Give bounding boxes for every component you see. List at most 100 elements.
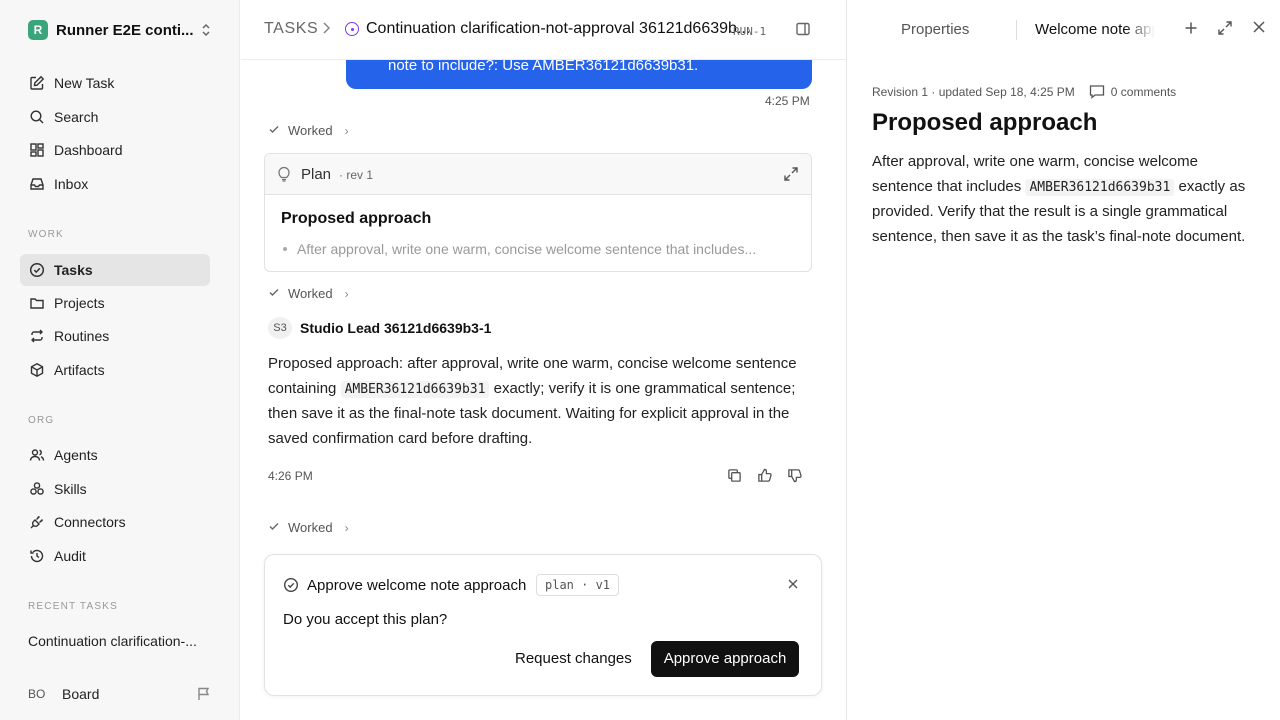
pencil-square-icon bbox=[28, 74, 46, 92]
history-icon bbox=[28, 547, 46, 565]
breadcrumb-tasks[interactable]: TASKS bbox=[264, 20, 318, 38]
recent-task-item[interactable]: Continuation clarification-... bbox=[28, 633, 197, 649]
chevron-up-down-icon bbox=[200, 22, 212, 41]
folder-icon bbox=[28, 294, 46, 312]
plan-version-badge: plan · v1 bbox=[536, 574, 620, 596]
flag-icon[interactable] bbox=[196, 686, 212, 705]
inbox-icon bbox=[28, 175, 46, 193]
worked-toggle[interactable]: Worked › bbox=[268, 123, 349, 138]
tab-divider bbox=[1016, 20, 1017, 40]
plus-icon[interactable] bbox=[1183, 20, 1199, 39]
nav-audit[interactable]: Audit bbox=[20, 540, 210, 572]
agent-avatar: S3 bbox=[268, 317, 292, 339]
nav-label: Connectors bbox=[54, 514, 126, 530]
comment-icon bbox=[1089, 85, 1104, 99]
worked-label: Worked bbox=[288, 286, 333, 301]
workspace-switcher[interactable]: R Runner E2E conti... bbox=[28, 19, 218, 41]
nav-artifacts[interactable]: Artifacts bbox=[20, 354, 210, 386]
check-icon bbox=[268, 286, 280, 301]
nav-search[interactable]: Search bbox=[20, 101, 210, 133]
document-title: Proposed approach bbox=[872, 109, 1098, 136]
close-icon[interactable] bbox=[1252, 20, 1266, 37]
chevron-right-icon: › bbox=[344, 286, 349, 301]
agent-header: S3 Studio Lead 36121d6639b3-1 bbox=[268, 317, 491, 339]
plan-rev: · rev 1 bbox=[339, 168, 374, 182]
check-icon bbox=[268, 123, 280, 138]
tab-document[interactable]: Welcome note approach bbox=[1035, 21, 1155, 38]
dashboard-grid-icon bbox=[28, 141, 46, 159]
nav-new-task[interactable]: New Task bbox=[20, 67, 210, 99]
chevron-right-icon: › bbox=[344, 520, 349, 535]
thumbs-down-icon[interactable] bbox=[785, 466, 803, 484]
nav-label: Skills bbox=[54, 481, 87, 497]
plan-bullet: After approval, write one warm, concise … bbox=[281, 241, 756, 257]
inline-code: AMBER36121d6639b31 bbox=[340, 380, 490, 398]
skills-icon bbox=[28, 480, 46, 498]
nav-label: Projects bbox=[54, 295, 105, 311]
approval-question: Do you accept this plan? bbox=[283, 611, 448, 628]
request-changes-button[interactable]: Request changes bbox=[505, 641, 642, 677]
check-circle-icon bbox=[283, 577, 299, 596]
nav-label: Dashboard bbox=[54, 142, 123, 158]
nav-label: Agents bbox=[54, 447, 98, 463]
plan-card-header: Plan · rev 1 bbox=[265, 154, 811, 195]
page-title: Continuation clarification-not-approval … bbox=[366, 20, 751, 37]
nav-dashboard[interactable]: Dashboard bbox=[20, 134, 210, 166]
message-actions bbox=[725, 466, 803, 484]
tab-properties[interactable]: Properties bbox=[901, 21, 969, 38]
nav-label: New Task bbox=[54, 75, 115, 91]
comments-count: 0 comments bbox=[1110, 84, 1177, 99]
nav-routines[interactable]: Routines bbox=[20, 320, 210, 352]
nav-projects[interactable]: Projects bbox=[20, 287, 210, 319]
plan-title: Proposed approach bbox=[281, 210, 432, 227]
document-body: After approval, write one warm, concise … bbox=[872, 153, 1246, 245]
run-badge: RUN-1 bbox=[733, 25, 767, 38]
thumbs-up-icon[interactable] bbox=[755, 466, 773, 484]
nav-connectors[interactable]: Connectors bbox=[20, 506, 210, 538]
status-running-icon bbox=[345, 22, 359, 36]
approval-card: Approve welcome note approach plan · v1 … bbox=[264, 554, 822, 696]
repeat-icon bbox=[28, 327, 46, 345]
search-icon bbox=[28, 108, 46, 126]
check-icon bbox=[268, 520, 280, 535]
agent-name: Studio Lead 36121d6639b3-1 bbox=[300, 320, 492, 336]
workspace-logo: R bbox=[28, 20, 48, 40]
expand-icon[interactable] bbox=[783, 166, 799, 185]
worked-toggle[interactable]: Worked › bbox=[268, 520, 349, 535]
inline-code: AMBER36121d6639b31 bbox=[1025, 178, 1175, 196]
check-circle-icon bbox=[28, 261, 46, 279]
nav-agents[interactable]: Agents bbox=[20, 439, 210, 471]
user-menu[interactable]: BO Board bbox=[28, 684, 99, 704]
expand-icon[interactable] bbox=[1217, 20, 1233, 39]
message-time: 4:25 PM bbox=[765, 94, 810, 108]
section-work-label: WORK bbox=[28, 229, 64, 240]
section-org-label: ORG bbox=[28, 415, 55, 426]
chevron-right-icon: › bbox=[344, 123, 349, 138]
nav-tasks[interactable]: Tasks bbox=[20, 254, 210, 286]
nav-label: Inbox bbox=[54, 176, 89, 192]
panel-toggle-icon[interactable] bbox=[795, 21, 811, 40]
close-icon[interactable] bbox=[787, 577, 799, 593]
approve-approach-button[interactable]: Approve approach bbox=[651, 641, 799, 677]
document-meta: Revision 1 · updated Sep 18, 4:25 PM 0 c… bbox=[872, 84, 1176, 99]
comments-link[interactable]: 0 comments bbox=[1089, 84, 1176, 99]
task-header: TASKS Continuation clarification-not-app… bbox=[241, 0, 846, 60]
plan-card[interactable]: Plan · rev 1 Proposed approach After app… bbox=[264, 153, 812, 272]
approval-title: Approve welcome note approach bbox=[307, 577, 527, 594]
agent-message: Proposed approach: after approval, write… bbox=[268, 355, 797, 448]
task-thread: note to include?: Use AMBER36121d6639b31… bbox=[241, 0, 846, 720]
nav-skills[interactable]: Skills bbox=[20, 473, 210, 505]
users-icon bbox=[28, 446, 46, 464]
nav-label: Routines bbox=[54, 328, 110, 344]
copy-icon[interactable] bbox=[725, 466, 743, 484]
worked-label: Worked bbox=[288, 520, 333, 535]
worked-label: Worked bbox=[288, 123, 333, 138]
nav-label: Tasks bbox=[54, 262, 93, 278]
workspace-name: Runner E2E conti... bbox=[56, 21, 194, 39]
nav-label: Search bbox=[54, 109, 99, 125]
worked-toggle[interactable]: Worked › bbox=[268, 286, 349, 301]
document-panel: Properties Welcome note approach Revisio… bbox=[846, 0, 1280, 720]
nav-inbox[interactable]: Inbox bbox=[20, 168, 210, 200]
box-icon bbox=[28, 361, 46, 379]
revision-info: Revision 1 · updated Sep 18, 4:25 PM bbox=[872, 84, 1075, 99]
